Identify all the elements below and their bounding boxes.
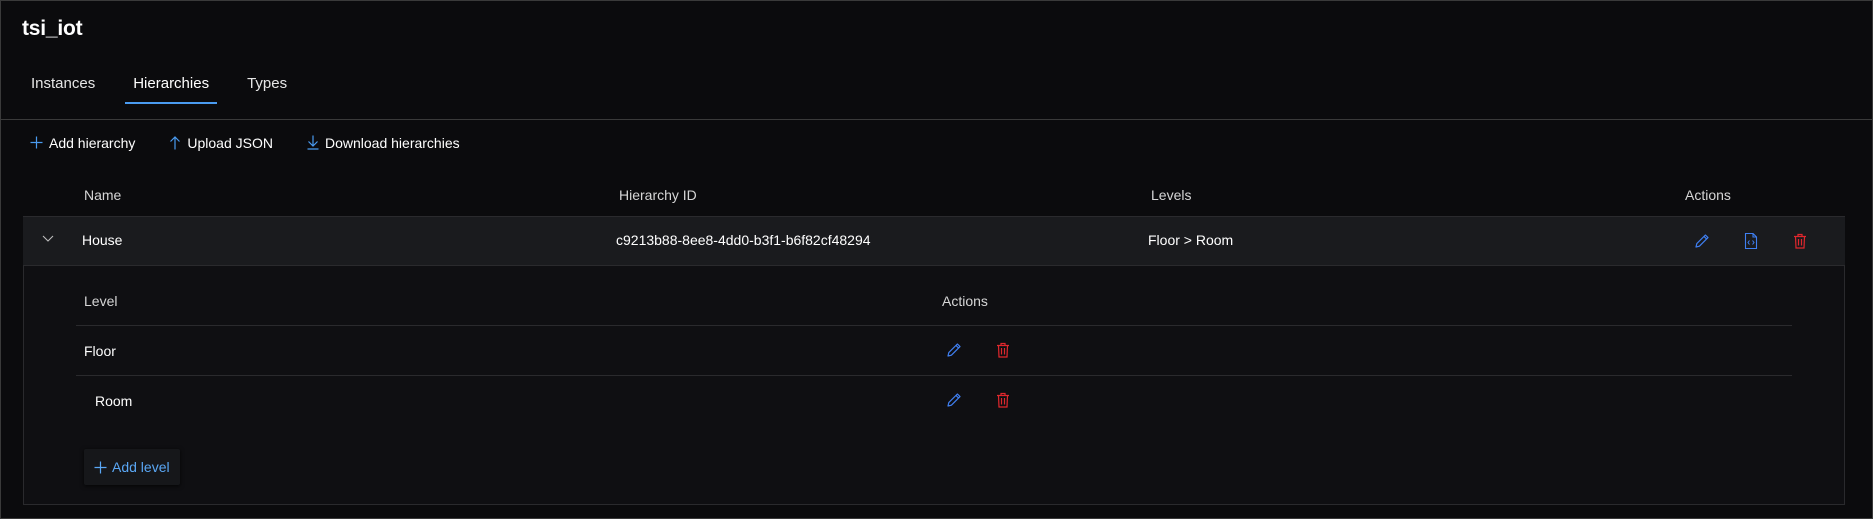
list-item: Room [76,376,1792,425]
add-hierarchy-label: Add hierarchy [49,134,136,151]
row-actions [1691,230,1838,252]
level-actions [943,389,1041,411]
column-header-hierarchy-id[interactable]: Hierarchy ID [619,187,697,203]
page-title: tsi_iot [22,17,83,40]
hierarchy-id: c9213b88-8ee8-4dd0-b3f1-b6f82cf48294 [616,232,871,248]
delete-hierarchy-button[interactable] [1789,230,1811,252]
table-row[interactable]: House c9213b88-8ee8-4dd0-b3f1-b6f82cf482… [23,216,1845,266]
download-hierarchies-button[interactable]: Download hierarchies [307,135,460,151]
pencil-icon [1695,234,1709,248]
trash-icon [997,342,1009,358]
hierarchy-name: House [82,232,123,248]
column-header-level: Level [84,293,118,309]
levels-table-header: Level Actions [76,266,1792,326]
upload-json-button[interactable]: Upload JSON [169,135,273,151]
delete-level-button[interactable] [992,339,1014,361]
hierarchy-levels: Floor > Room [1148,232,1234,248]
delete-level-button[interactable] [992,389,1014,411]
column-header-levels[interactable]: Levels [1151,187,1191,203]
column-header-level-actions: Actions [942,293,988,309]
tab-types[interactable]: Types [239,71,295,101]
json-file-icon [1744,233,1758,249]
chevron-down-icon[interactable] [41,231,55,248]
level-actions [943,339,1041,361]
edit-level-button[interactable] [943,389,965,411]
toolbar: Add hierarchy Upload JSON Download hiera… [1,120,1872,165]
column-header-actions: Actions [1685,186,1731,203]
column-header-name[interactable]: Name [84,187,121,203]
upload-json-label: Upload JSON [187,134,273,151]
level-name: Room [95,393,133,409]
list-item: Floor [76,326,1792,376]
hierarchy-details-panel: Level Actions Floor Room Add level [23,266,1845,505]
levels-table: Level Actions Floor Room [76,266,1792,425]
grid-header: Name Hierarchy ID Levels Actions [23,173,1845,216]
plus-icon [94,461,107,473]
tab-bar: Instances Hierarchies Types [23,71,317,105]
add-level-button[interactable]: Add level [84,449,180,485]
edit-level-button[interactable] [943,339,965,361]
download-icon [307,135,319,150]
download-hierarchies-label: Download hierarchies [324,134,460,151]
hierarchies-grid: Name Hierarchy ID Levels Actions House c… [23,173,1845,505]
pencil-icon [947,343,961,357]
plus-icon [30,136,43,149]
add-level-label: Add level [112,459,170,475]
add-hierarchy-button[interactable]: Add hierarchy [30,135,135,151]
page-header: tsi_iot Instances Hierarchies Types [1,1,1872,120]
edit-hierarchy-button[interactable] [1691,230,1713,252]
tab-hierarchies[interactable]: Hierarchies [125,71,217,104]
upload-icon [170,135,181,149]
trash-icon [997,392,1009,408]
view-json-button[interactable] [1740,230,1762,252]
level-name: Floor [84,343,116,359]
tab-instances[interactable]: Instances [23,71,103,101]
pencil-icon [947,393,961,407]
trash-icon [1794,233,1806,249]
